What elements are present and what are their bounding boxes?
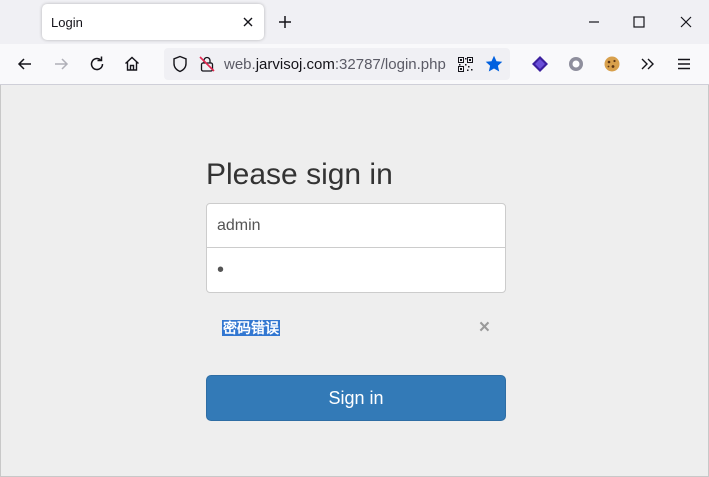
reload-icon[interactable] (87, 54, 107, 74)
tab-strip: Login (0, 0, 709, 44)
overflow-chevrons-icon[interactable] (638, 54, 658, 74)
extension-circle-icon[interactable] (566, 54, 586, 74)
tab-title: Login (51, 15, 83, 30)
minimize-icon[interactable] (584, 12, 604, 32)
window-close-icon[interactable] (676, 12, 696, 32)
menu-icon[interactable] (674, 54, 694, 74)
insecure-lock-icon[interactable] (197, 54, 217, 74)
error-alert: 密码错误 × (206, 311, 506, 345)
tab-close-icon[interactable] (241, 15, 255, 29)
tab-login[interactable]: Login (42, 4, 264, 40)
home-icon[interactable] (122, 54, 142, 74)
bookmark-star-icon[interactable] (484, 54, 504, 74)
url-bar[interactable]: web.jarvisoj.com:32787/login.php (164, 48, 510, 80)
page-title: Please sign in (206, 158, 393, 191)
forward-icon[interactable] (51, 54, 71, 74)
alert-close-icon[interactable]: × (479, 317, 490, 339)
new-tab-icon[interactable] (276, 13, 294, 31)
shield-icon[interactable] (170, 54, 190, 74)
password-input[interactable] (206, 247, 506, 293)
extension-layers-icon[interactable] (530, 54, 550, 74)
error-message: 密码错误 (222, 320, 280, 336)
username-input[interactable] (206, 203, 506, 248)
url-host: jarvisoj.com (255, 56, 335, 73)
url-suffix: :32787/login.php (334, 56, 446, 73)
url-text[interactable]: web.jarvisoj.com:32787/login.php (224, 56, 446, 73)
maximize-icon[interactable] (629, 12, 649, 32)
page-content: Please sign in 密码错误 × Sign in (0, 85, 709, 477)
back-icon[interactable] (15, 54, 35, 74)
navigation-toolbar: web.jarvisoj.com:32787/login.php (0, 44, 709, 85)
sign-in-button[interactable]: Sign in (206, 375, 506, 421)
url-prefix: web. (224, 56, 256, 73)
cookie-icon[interactable] (602, 54, 622, 74)
qr-code-icon[interactable] (458, 57, 473, 72)
